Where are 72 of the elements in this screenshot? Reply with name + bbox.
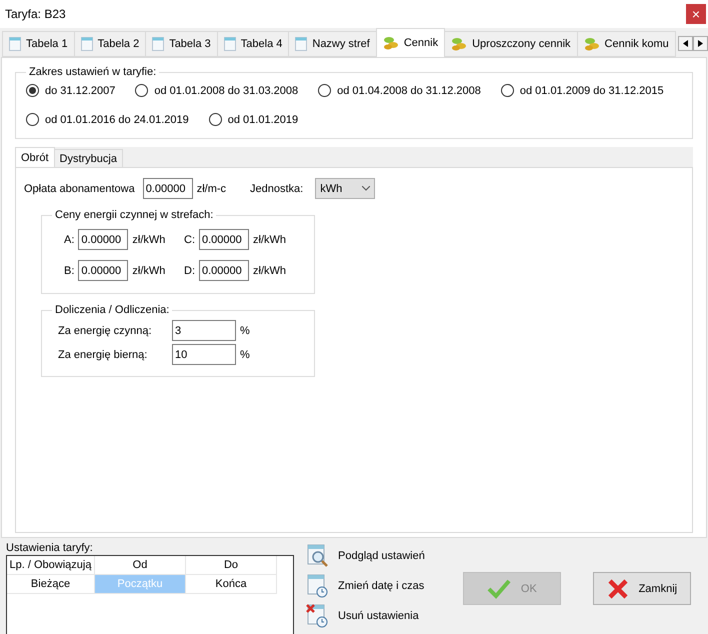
input-field[interactable]: 10	[172, 344, 236, 365]
page-icon	[224, 37, 236, 51]
group-title: Ceny energii czynnej w strefach:	[54, 209, 214, 221]
section-title: Ustawienia taryfy:	[6, 542, 94, 554]
coins-icon	[584, 37, 600, 51]
radio-option[interactable]: od 01.01.2009 do 31.12.2015	[500, 84, 664, 97]
tab[interactable]: Obrót	[15, 147, 55, 167]
unit-dropdown[interactable]: kWh	[315, 178, 376, 199]
radio-option[interactable]: do 31.12.2007	[26, 84, 116, 97]
table-cell[interactable]: Bieżące	[7, 575, 95, 594]
column-header: Lp. / Obowiązują	[7, 556, 95, 575]
coins-icon	[451, 37, 468, 51]
page-icon	[80, 37, 93, 51]
field-label: D:	[184, 264, 195, 276]
tab[interactable]: Tabela 3	[145, 31, 218, 57]
action-button[interactable]: Podgląd ustawień	[306, 544, 425, 568]
field-label: Opłata abonamentowa	[24, 182, 135, 194]
close-button[interactable]: ×	[686, 4, 706, 24]
tab[interactable]: Nazwy stref	[288, 31, 377, 57]
action-button[interactable]: Zmień datę i czas	[306, 574, 425, 598]
unit-label: %	[240, 324, 251, 336]
action-button[interactable]: Usuń ustawienia	[306, 604, 425, 628]
field-label: Za energię czynną:	[58, 324, 153, 336]
column-header: Do	[186, 556, 277, 575]
field-label: B:	[64, 264, 74, 276]
scroll-left-button[interactable]	[678, 36, 693, 51]
tab[interactable]: Tabela 1	[2, 31, 75, 57]
tab[interactable]: Tabela 2	[74, 31, 146, 57]
group-title: Doliczenia / Odliczenia:	[54, 304, 170, 316]
calendar-clock-icon	[306, 574, 330, 598]
scroll-right-button[interactable]	[693, 36, 708, 51]
arrow-right-icon	[698, 40, 703, 47]
field-label: A:	[64, 234, 74, 246]
page-icon	[9, 37, 21, 51]
unit-label: zł/kWh	[253, 234, 286, 246]
table-cell[interactable]: Końca	[186, 575, 277, 594]
tab[interactable]: Uproszczony cennik	[444, 31, 578, 57]
input-field[interactable]: 0.00000	[199, 260, 249, 281]
input-field[interactable]: 0.00000	[199, 229, 249, 250]
field-label: Jednostka:	[250, 182, 304, 194]
group-title: Zakres ustawień w taryfie:	[28, 66, 158, 78]
magnifier-icon	[306, 544, 330, 568]
unit-label: zł/kWh	[253, 264, 286, 276]
field-label: Za energię bierną:	[58, 348, 148, 360]
window-title: Taryfa: B23	[5, 7, 66, 21]
tab[interactable]: Dystrybucja	[54, 149, 123, 167]
unit-label: zł/kWh	[132, 264, 166, 276]
input-field[interactable]: 0.00000	[78, 260, 128, 281]
unit-label: zł/m-c	[196, 182, 226, 194]
coins-icon	[382, 36, 399, 50]
field-label: C:	[184, 234, 195, 246]
radio-option[interactable]: od 01.04.2008 do 31.12.2008	[318, 84, 481, 97]
close-button[interactable]: Zamknij	[592, 572, 691, 605]
input-field[interactable]: 0.00000	[142, 178, 193, 199]
tab[interactable]: Tabela 4	[216, 31, 290, 57]
tab[interactable]: Cennik komu	[576, 31, 676, 57]
page-icon	[295, 37, 308, 51]
page-icon	[152, 37, 164, 51]
tab[interactable]: Cennik	[376, 28, 446, 57]
close-icon	[606, 578, 629, 600]
unit-label: %	[240, 348, 251, 360]
input-field[interactable]: 0.00000	[78, 229, 128, 250]
radio-option[interactable]: od 01.01.2019	[208, 113, 298, 126]
unit-label: zł/kWh	[132, 234, 166, 246]
chevron-down-icon	[362, 186, 370, 191]
radio-option[interactable]: od 01.01.2008 do 31.03.2008	[135, 84, 298, 97]
checkmark-icon	[486, 578, 511, 598]
input-field[interactable]: 3	[172, 320, 236, 341]
column-header: Od	[95, 556, 186, 575]
arrow-left-icon	[683, 40, 688, 47]
radio-option[interactable]: od 01.01.2016 do 24.01.2019	[26, 113, 189, 126]
calendar-delete-icon	[306, 604, 330, 628]
